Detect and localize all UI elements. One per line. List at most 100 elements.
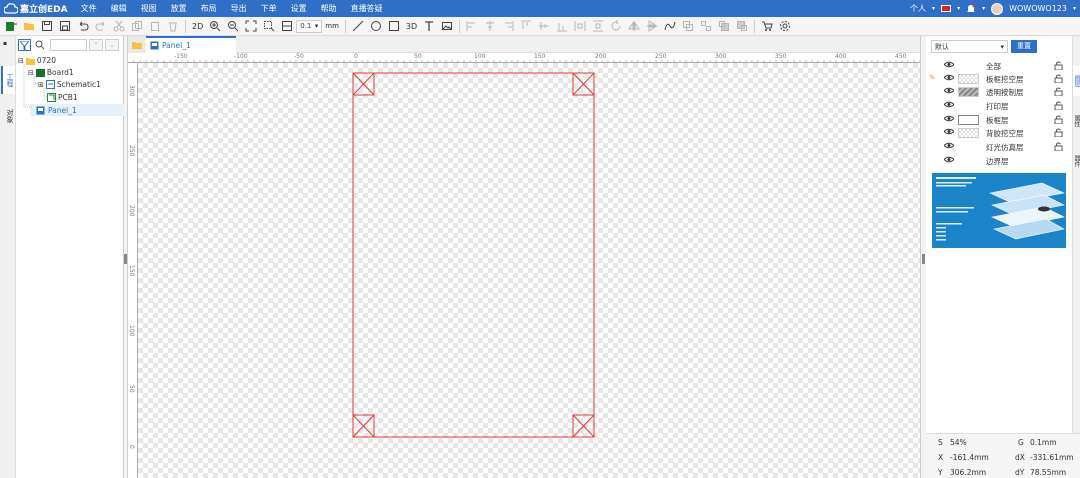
send-back-icon[interactable] [733,18,751,35]
tab-objects[interactable]: 对象 [1,102,15,130]
bring-front-icon[interactable] [715,18,733,35]
fiducial-top-left[interactable] [352,72,375,96]
unlock-icon[interactable] [1054,74,1063,83]
eye-icon[interactable] [944,156,954,163]
board-outline[interactable] [352,72,595,438]
group-icon[interactable] [679,18,697,35]
chevron-down-icon[interactable]: ▾ [1073,5,1076,12]
username[interactable]: WOWOWO123 [1009,4,1067,13]
splitter-handle[interactable] [124,254,127,264]
eye-icon[interactable] [944,61,954,68]
menu-file[interactable]: 文件 [74,0,104,17]
fiducial-bottom-left[interactable] [352,414,375,438]
zoom-in-icon[interactable] [206,18,224,35]
align-bottom-icon[interactable] [553,18,571,35]
unlock-icon[interactable] [1054,128,1063,137]
eye-icon[interactable] [944,101,954,108]
line-tool-icon[interactable] [349,18,367,35]
unlock-icon[interactable] [1054,101,1063,110]
distribute-horizontal-icon[interactable] [571,18,589,35]
layer-swatch[interactable] [958,128,979,138]
splitter-handle[interactable] [922,254,925,264]
tab-properties[interactable]: 属性 [1073,106,1080,136]
view-2d-button[interactable]: 2D [189,22,206,31]
paste-icon[interactable] [146,18,164,35]
layer-swatch[interactable] [958,74,979,84]
layer-swatch[interactable] [958,87,979,97]
curve-tool-icon[interactable] [661,18,679,35]
grid-toggle-icon[interactable] [278,18,296,35]
fit-view-icon[interactable] [242,18,260,35]
undo-icon[interactable] [74,18,92,35]
gear-icon[interactable] [776,18,794,35]
unit-select[interactable]: mm [322,22,342,30]
chevron-down-icon[interactable]: ▾ [982,5,985,12]
menu-export[interactable]: 导出 [224,0,254,17]
open-folder-icon[interactable] [128,36,145,53]
distribute-vertical-icon[interactable] [589,18,607,35]
new-icon[interactable] [2,18,20,35]
layer-row-transparent-control[interactable]: 透明按制层 [926,85,1072,98]
eye-icon[interactable] [944,115,954,122]
layer-swatch[interactable] [958,115,979,125]
align-right-icon[interactable] [499,18,517,35]
save-icon[interactable] [38,18,56,35]
layer-row-board-frame[interactable]: 板框层 [926,113,1072,126]
view-3d-button[interactable]: 3D [403,22,420,31]
tab-project[interactable]: 工程 [1,66,15,94]
menu-help[interactable]: 帮助 [314,0,344,17]
pin-icon[interactable]: ▪ [3,40,7,47]
menu-view[interactable]: 视图 [134,0,164,17]
image-tool-icon[interactable] [438,18,456,35]
unlock-icon[interactable] [1054,142,1063,151]
flip-vertical-icon[interactable] [643,18,661,35]
align-left-icon[interactable] [463,18,481,35]
align-middle-icon[interactable] [535,18,553,35]
user-mode-dropdown[interactable]: 个人 [910,3,926,14]
tab-components[interactable]: 器件 [1073,146,1080,176]
menu-live-qa[interactable]: 直播答疑 [344,0,390,17]
layer-row-all[interactable]: 全部 [926,59,1072,72]
cut-icon[interactable] [110,18,128,35]
delete-icon[interactable] [164,18,182,35]
menu-order[interactable]: 下单 [254,0,284,17]
fiducial-top-right[interactable] [572,72,595,96]
layer-row-light-sim[interactable]: 灯光仿真层 [926,140,1072,153]
eye-icon[interactable] [944,87,954,94]
rectangle-tool-icon[interactable] [385,18,403,35]
text-tool-icon[interactable] [420,18,438,35]
chevron-down-icon[interactable]: ▾ [932,5,935,12]
unlock-icon[interactable] [1054,87,1063,96]
bell-icon[interactable] [966,4,976,14]
chevron-down-icon[interactable]: ▾ [957,5,960,12]
menu-layout[interactable]: 布局 [194,0,224,17]
layer-preset-select[interactable]: 默认 ▾ [931,40,1008,53]
layer-row-adhesive-cutout[interactable]: 背胶挖空层 [926,126,1072,139]
open-folder-icon[interactable] [20,18,38,35]
unlock-icon[interactable] [1054,61,1063,70]
menu-place[interactable]: 放置 [164,0,194,17]
circle-tool-icon[interactable] [367,18,385,35]
align-center-icon[interactable] [481,18,499,35]
tab-layers[interactable]: 图层 [1073,66,1080,96]
align-top-icon[interactable] [517,18,535,35]
flip-horizontal-icon[interactable] [625,18,643,35]
menu-settings[interactable]: 设置 [284,0,314,17]
save-all-icon[interactable] [56,18,74,35]
tab-panel-1[interactable]: Panel_1 [146,36,236,53]
menu-edit[interactable]: 编辑 [104,0,134,17]
rotate-icon[interactable] [607,18,625,35]
grid-size-select[interactable]: 0.1 ▾ [296,19,323,33]
zoom-out-icon[interactable] [224,18,242,35]
reset-button[interactable]: 重置 [1011,40,1037,53]
ungroup-icon[interactable] [697,18,715,35]
eye-icon[interactable] [944,74,954,81]
eye-icon[interactable] [944,128,954,135]
layer-row-print[interactable]: 打印层 [926,99,1072,112]
eye-icon[interactable] [944,142,954,149]
avatar[interactable] [991,2,1004,15]
unlock-icon[interactable] [1054,115,1063,124]
design-canvas[interactable]: -150 -100 -50 0 50 100 150 200 250 300 3… [128,53,924,478]
layer-row-boundary[interactable]: 边界层 [926,154,1072,167]
cart-icon[interactable] [758,18,776,35]
